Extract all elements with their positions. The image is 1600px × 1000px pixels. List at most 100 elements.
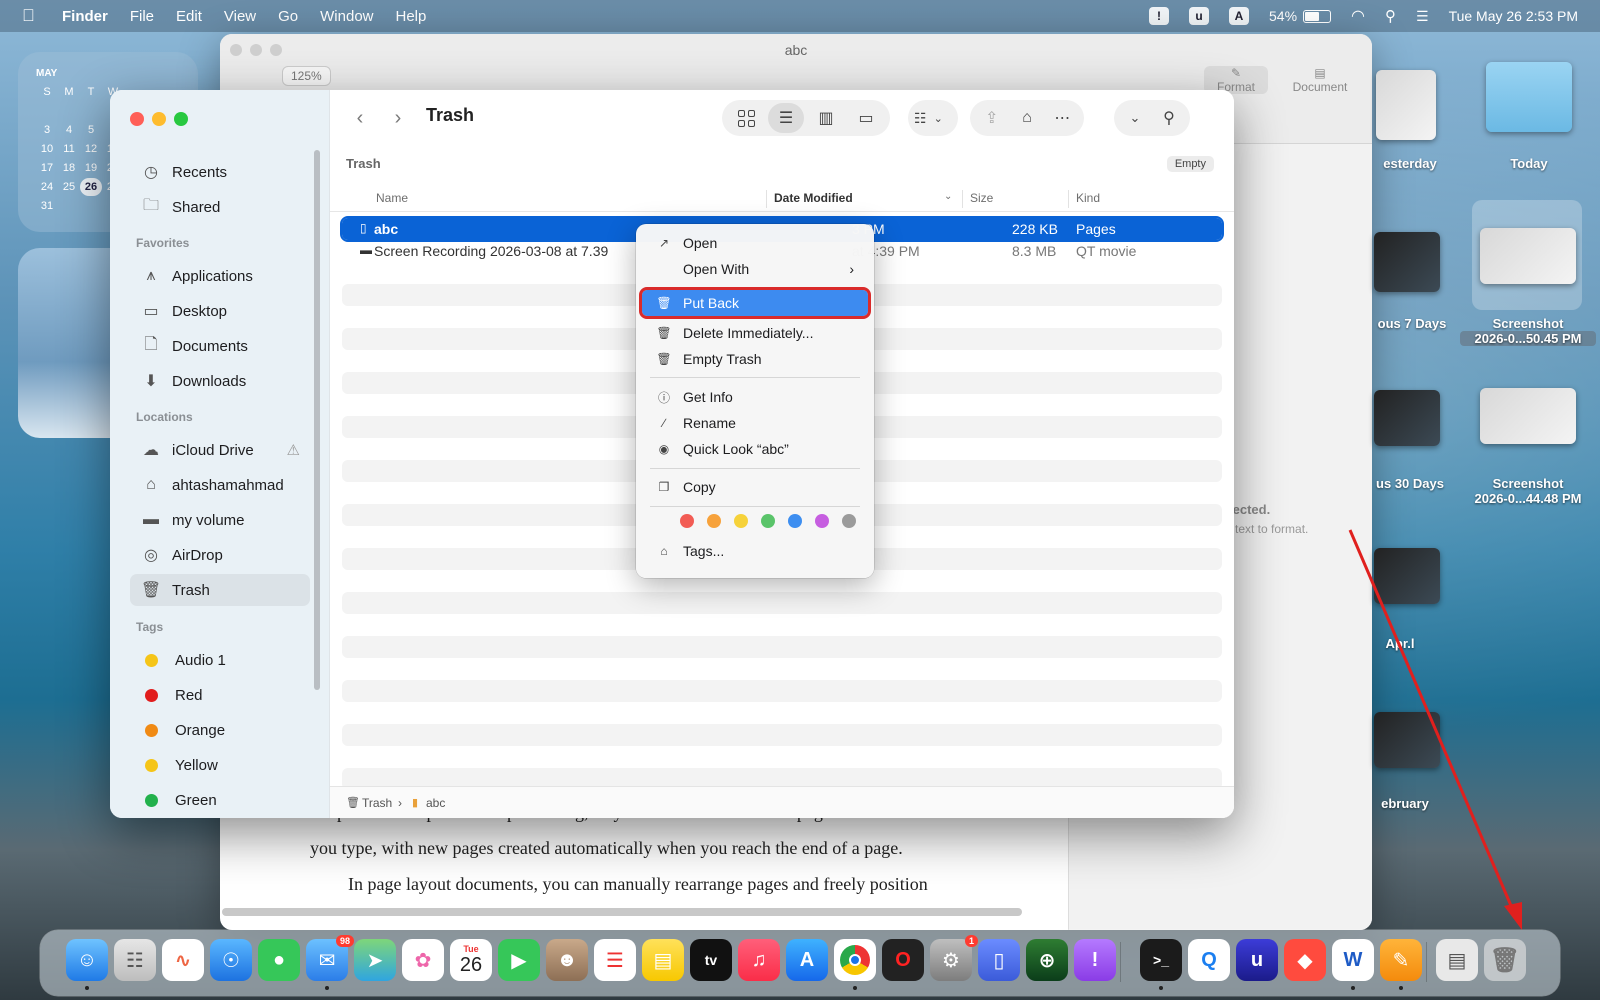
path-crumb-trash[interactable]: Trash	[362, 796, 392, 810]
freeform-icon[interactable]: ∿	[162, 939, 204, 981]
menu-item-get-info[interactable]: ⓘ Get Info	[642, 384, 868, 410]
column-view-button[interactable]: ▥	[808, 103, 844, 133]
sidebar-item-desktop[interactable]: ▭ Desktop	[130, 295, 310, 327]
expand-toolbar-button[interactable]: ⌄	[1120, 103, 1150, 133]
menu-edit[interactable]: Edit	[176, 8, 202, 25]
input-source-icon[interactable]: A	[1229, 7, 1249, 25]
uplay-icon[interactable]: u	[1236, 939, 1278, 981]
tag-color-yellow[interactable]	[734, 514, 748, 528]
desktop-stack-yesterday-thumb[interactable]	[1376, 70, 1436, 140]
sidebar-item-airdrop[interactable]: ◎ AirDrop	[130, 539, 310, 571]
photos-icon[interactable]: ✿	[402, 939, 444, 981]
menu-item-delete-immediately[interactable]: 🗑 Delete Immediately...	[642, 320, 868, 346]
icon-view-button[interactable]	[728, 103, 764, 133]
reminders-icon[interactable]: ☰	[594, 939, 636, 981]
menu-view[interactable]: View	[224, 8, 256, 25]
column-date-modified[interactable]: Date Modified	[774, 191, 853, 205]
tab-document[interactable]: ▤ Document	[1288, 66, 1352, 94]
screenshot-1-label[interactable]: Screenshot 2026-0...50.45 PM	[1460, 316, 1596, 346]
sidebar-tag-yellow[interactable]: Yellow	[130, 749, 310, 781]
launchpad-icon[interactable]: ☷	[114, 939, 156, 981]
menu-item-quick-look[interactable]: ◉ Quick Look “abc”	[642, 436, 868, 462]
control-center-icon[interactable]: ☰	[1416, 8, 1429, 25]
horizontal-scrollbar[interactable]	[222, 908, 1022, 916]
desktop-stack-prev30[interactable]: us 30 Days	[1360, 476, 1460, 491]
menu-window[interactable]: Window	[320, 8, 373, 25]
column-name[interactable]: Name	[376, 191, 408, 205]
list-view-button[interactable]: ☰	[768, 103, 804, 133]
desktop-stack-prev7-thumb[interactable]	[1374, 232, 1440, 292]
quicktime-icon[interactable]: Q	[1188, 939, 1230, 981]
notes-icon[interactable]: ▤	[642, 939, 684, 981]
menu-item-rename[interactable]: ∕ Rename	[642, 410, 868, 436]
word-icon[interactable]: W	[1332, 939, 1374, 981]
tag-button[interactable]: ⌂	[1011, 103, 1042, 133]
menu-item-copy[interactable]: ❐ Copy	[642, 474, 868, 500]
messages-icon[interactable]: ●	[258, 939, 300, 981]
desktop-stack-prev30-thumb[interactable]	[1374, 390, 1440, 446]
back-button[interactable]: ‹	[346, 104, 374, 132]
menu-item-put-back[interactable]: 🗑 Put Back	[639, 287, 871, 319]
column-divider[interactable]	[962, 190, 963, 208]
sidebar-item-trash[interactable]: 🗑 Trash	[130, 574, 310, 606]
menu-app-name[interactable]: Finder	[62, 8, 108, 25]
pages-icon[interactable]: ✎	[1380, 939, 1422, 981]
menu-file[interactable]: File	[130, 8, 154, 25]
sidebar-item-icloud[interactable]: ☁ iCloud Drive ⚠	[130, 434, 310, 466]
safari-icon[interactable]: ☉	[210, 939, 252, 981]
tag-color-purple[interactable]	[815, 514, 829, 528]
sidebar-item-shared[interactable]: 🗀 Shared	[130, 191, 310, 223]
app-u-icon[interactable]: u	[1189, 7, 1209, 25]
screenshot-2-thumb[interactable]	[1480, 388, 1576, 444]
path-crumb-file[interactable]: abc	[426, 796, 445, 810]
apple-menu-icon[interactable]: 	[22, 6, 40, 26]
minimize-button[interactable]	[152, 112, 166, 126]
spotlight-search-icon[interactable]: ⚲	[1385, 7, 1396, 25]
more-button[interactable]: ⋯	[1047, 103, 1078, 133]
calendar-icon[interactable]: Tue 26	[450, 939, 492, 981]
sidebar-item-documents[interactable]: 🗋 Documents	[130, 330, 310, 362]
tag-color-blue[interactable]	[788, 514, 802, 528]
tag-color-red[interactable]	[680, 514, 694, 528]
share-button[interactable]: ⇪	[976, 103, 1007, 133]
system-settings-icon[interactable]: ⚙ 1	[930, 935, 978, 981]
screenshot-thumb[interactable]	[1480, 228, 1576, 284]
menu-item-tags[interactable]: ⌂ Tags...	[642, 538, 868, 564]
feedback-icon[interactable]: !	[1074, 939, 1116, 981]
apple-tv-icon[interactable]: tv	[690, 939, 732, 981]
wifi-icon[interactable]: ◠	[1351, 6, 1365, 26]
sidebar-tag-audio[interactable]: Audio 1	[130, 644, 310, 676]
sidebar-tag-orange[interactable]: Orange	[130, 714, 310, 746]
zoom-select[interactable]: 125%	[282, 66, 331, 86]
search-button[interactable]: ⚲	[1154, 103, 1184, 133]
battery-status[interactable]: 54%	[1269, 8, 1332, 24]
maps-icon[interactable]: ➤	[354, 939, 396, 981]
terminal-icon[interactable]: >_	[1140, 939, 1182, 981]
sidebar-item-home[interactable]: ⌂ ahtashamahmad	[130, 469, 310, 501]
sidebar-item-downloads[interactable]: ⬇ Downloads	[130, 365, 310, 397]
group-by-menu[interactable]: ☷ ⌄	[908, 100, 958, 136]
trash-icon[interactable]: 🗑	[1484, 939, 1526, 981]
column-divider[interactable]	[1068, 190, 1069, 208]
tag-color-green[interactable]	[761, 514, 775, 528]
menu-help[interactable]: Help	[396, 8, 427, 25]
screenshot-2-label[interactable]: Screenshot 2026-0...44.48 PM	[1460, 476, 1596, 506]
menu-item-empty-trash[interactable]: 🗑 Empty Trash	[642, 346, 868, 372]
empty-trash-button[interactable]: Empty	[1166, 156, 1214, 172]
alert-icon[interactable]: !	[1149, 7, 1169, 25]
close-button[interactable]	[130, 112, 144, 126]
mail-icon[interactable]: ✉ 98	[306, 935, 354, 981]
tag-color-gray[interactable]	[842, 514, 856, 528]
tag-color-orange[interactable]	[707, 514, 721, 528]
menu-clock[interactable]: Tue May 26 2:53 PM	[1449, 8, 1578, 24]
sidebar-item-recents[interactable]: ◷ Recents	[130, 156, 310, 188]
desktop-stack-april[interactable]: Apr.l	[1360, 636, 1440, 651]
column-divider[interactable]	[766, 190, 767, 208]
finder-icon[interactable]: ☺	[66, 939, 108, 981]
menu-go[interactable]: Go	[278, 8, 298, 25]
desktop-stack-today[interactable]: Today	[1486, 156, 1572, 171]
desktop-stack-february[interactable]: ebruary	[1360, 796, 1450, 811]
folder-icon[interactable]	[1486, 62, 1572, 132]
forward-button[interactable]: ›	[384, 104, 412, 132]
desktop-stack-yesterday[interactable]: esterday	[1370, 156, 1450, 171]
